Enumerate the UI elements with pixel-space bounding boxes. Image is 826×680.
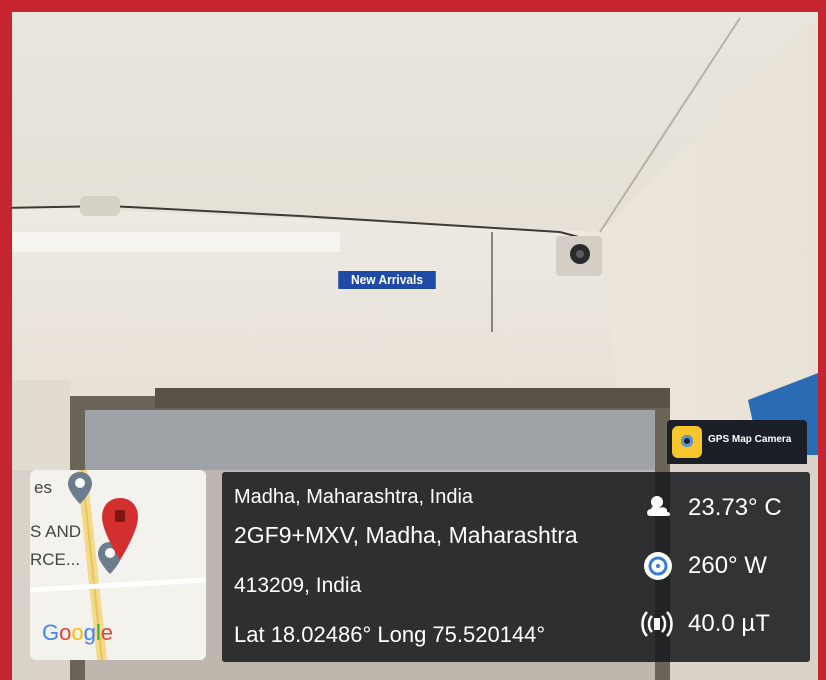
location-pin-icon xyxy=(102,498,138,560)
address-line-3: 413209, India xyxy=(234,574,362,597)
lat-long-text: Lat 18.02486° Long 75.520144° xyxy=(234,622,546,647)
location-info-panel: Madha, Maharashtra, India 2GF9+MXV, Madh… xyxy=(222,472,810,662)
frame-border-right xyxy=(818,0,826,680)
compass-icon xyxy=(644,552,672,580)
new-arrivals-sign: New Arrivals xyxy=(338,271,436,289)
frame-border-top xyxy=(0,0,826,12)
google-letter: e xyxy=(100,620,114,645)
map-label-1: es xyxy=(34,478,52,497)
temperature-text: 23.73° C xyxy=(688,494,782,521)
app-badge-label: GPS Map Camera xyxy=(708,434,792,445)
google-letter: g xyxy=(83,620,96,645)
google-letter: o xyxy=(59,620,72,645)
map-label-3: RCE... xyxy=(30,550,81,569)
frame-border-left xyxy=(0,0,12,680)
weather-icon xyxy=(647,496,671,516)
heading-text: 260° W xyxy=(688,552,767,579)
map-label-2: S AND xyxy=(30,522,82,541)
address-line-2: 2GF9+MXV, Madha, Maharashtra xyxy=(234,522,578,548)
camera-pin-icon xyxy=(672,426,702,458)
photo-frame: New Arrivals GPS Map Camera es S AND RCE… xyxy=(0,0,826,680)
magnetic-field-text: 40.0 µT xyxy=(688,610,770,637)
map-thumbnail[interactable]: es S AND RCE... Google xyxy=(30,470,206,660)
address-line-1: Madha, Maharashtra, India xyxy=(234,486,474,508)
google-letter: G xyxy=(42,620,60,645)
magnetic-field-icon xyxy=(641,611,673,637)
google-letter: o xyxy=(71,620,84,645)
google-logo: Google xyxy=(42,620,113,646)
